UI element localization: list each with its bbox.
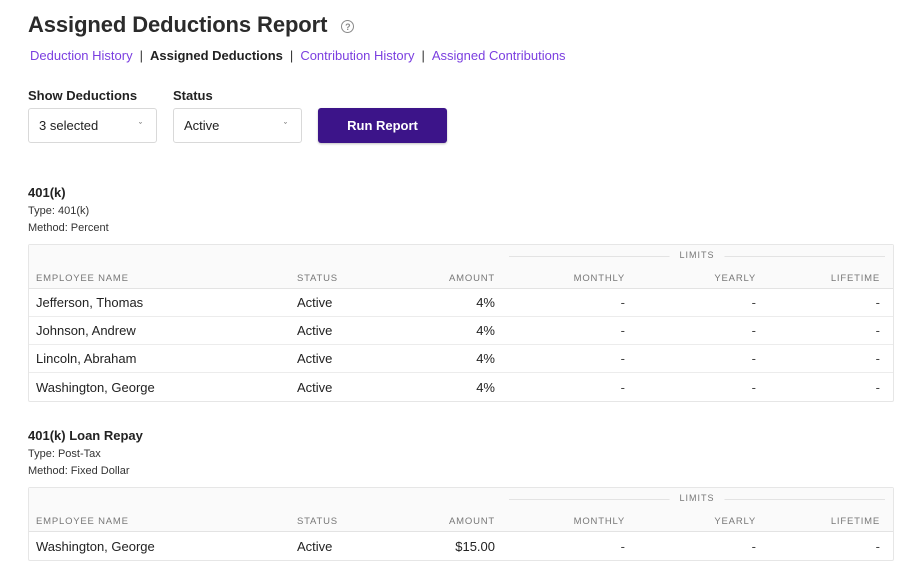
subnav-separator: | <box>289 48 294 63</box>
lifetime-limit: - <box>875 379 880 395</box>
employee-name: Washington, George <box>36 379 155 395</box>
monthly-limit: - <box>620 295 625 310</box>
subnav-contribution-history[interactable]: Contribution History <box>300 48 414 63</box>
table-row: Johnson, Andrew Active 4% - - - <box>29 317 893 345</box>
employee-status: Active <box>297 538 333 554</box>
employee-name: Johnson, Andrew <box>36 323 136 338</box>
page-title: Assigned Deductions Report <box>28 12 328 37</box>
table-row: Lincoln, Abraham Active 4% - - - <box>29 345 893 373</box>
section-type: Type: Post-Tax <box>28 448 101 460</box>
yearly-limit: - <box>751 538 756 554</box>
employee-status: Active <box>297 323 333 338</box>
page-header: Assigned Deductions Report ? <box>28 12 355 38</box>
col-status[interactable]: STATUS <box>297 273 407 284</box>
employee-status: Active <box>297 295 333 310</box>
subnav-separator: | <box>139 48 143 63</box>
section-method: Method: Fixed Dollar <box>28 465 130 477</box>
col-amount[interactable]: AMOUNT <box>407 516 495 527</box>
deductions-table: LIMITS EMPLOYEE NAME STATUS AMOUNT MONTH… <box>28 244 894 402</box>
col-lifetime[interactable]: LIFETIME <box>756 273 887 284</box>
section-method: Method: Percent <box>28 222 109 234</box>
show-deductions-filter: Show Deductions 3 selected ˇ <box>28 88 157 143</box>
employee-name: Lincoln, Abraham <box>36 351 137 366</box>
report-filters: Show Deductions 3 selected ˇ Status Acti… <box>28 88 447 143</box>
status-value: Active <box>184 118 220 133</box>
deduction-amount: 4% <box>476 295 495 310</box>
table-row: Washington, George Active $15.00 - - - <box>29 532 893 560</box>
table-header: EMPLOYEE NAME STATUS AMOUNT MONTHLY YEAR… <box>29 512 893 532</box>
employee-name: Washington, George <box>36 538 155 554</box>
col-employee-name[interactable]: EMPLOYEE NAME <box>29 516 297 527</box>
lifetime-limit: - <box>875 295 880 310</box>
subnav-assigned-deductions: Assigned Deductions <box>150 48 283 63</box>
monthly-limit: - <box>620 538 625 554</box>
yearly-limit: - <box>751 351 756 366</box>
col-yearly[interactable]: YEARLY <box>625 273 756 284</box>
subnav-deduction-history[interactable]: Deduction History <box>30 48 133 63</box>
chevron-down-icon: ˇ <box>284 120 287 131</box>
section-title: 401(k) Loan Repay <box>28 428 143 443</box>
subnav-assigned-contributions[interactable]: Assigned Contributions <box>432 48 566 63</box>
limits-header: LIMITS <box>29 245 893 269</box>
limits-header: LIMITS <box>29 488 893 512</box>
show-deductions-label: Show Deductions <box>28 88 138 103</box>
yearly-limit: - <box>751 295 756 310</box>
section-title: 401(k) <box>28 185 66 200</box>
yearly-limit: - <box>751 323 756 338</box>
chevron-down-icon: ˇ <box>139 120 142 131</box>
employee-status: Active <box>297 379 333 395</box>
table-row: Washington, George Active 4% - - - <box>29 373 893 401</box>
lifetime-limit: - <box>875 538 880 554</box>
deduction-section-401k-loan-repay: 401(k) Loan Repay Type: Post-Tax Method:… <box>28 428 894 561</box>
col-employee-name[interactable]: EMPLOYEE NAME <box>29 273 297 284</box>
col-monthly[interactable]: MONTHLY <box>495 273 625 284</box>
status-label: Status <box>173 88 213 103</box>
help-icon[interactable]: ? <box>341 20 355 33</box>
monthly-limit: - <box>620 379 625 395</box>
show-deductions-select[interactable]: 3 selected ˇ <box>28 108 157 143</box>
employee-status: Active <box>297 351 333 366</box>
employee-name: Jefferson, Thomas <box>36 295 144 310</box>
deduction-amount: $15.00 <box>455 538 495 554</box>
col-status[interactable]: STATUS <box>297 516 407 527</box>
monthly-limit: - <box>620 351 625 366</box>
status-filter: Status Active ˇ <box>173 88 302 143</box>
col-amount[interactable]: AMOUNT <box>407 273 495 284</box>
yearly-limit: - <box>751 379 756 395</box>
report-subnav: Deduction History | Assigned Deductions … <box>30 48 566 63</box>
lifetime-limit: - <box>875 323 880 338</box>
run-report-button[interactable]: Run Report <box>318 108 447 143</box>
subnav-separator: | <box>421 48 425 63</box>
col-lifetime[interactable]: LIFETIME <box>756 516 887 527</box>
deduction-section-401k: 401(k) Type: 401(k) Method: Percent LIMI… <box>28 185 894 402</box>
deduction-amount: 4% <box>476 351 495 366</box>
deductions-table: LIMITS EMPLOYEE NAME STATUS AMOUNT MONTH… <box>28 487 894 561</box>
table-header: EMPLOYEE NAME STATUS AMOUNT MONTHLY YEAR… <box>29 269 893 289</box>
deduction-amount: 4% <box>476 323 495 338</box>
limits-label: LIMITS <box>669 250 725 260</box>
status-select[interactable]: Active ˇ <box>173 108 302 143</box>
limits-label: LIMITS <box>669 493 725 503</box>
table-row: Jefferson, Thomas Active 4% - - - <box>29 289 893 317</box>
lifetime-limit: - <box>875 351 880 366</box>
col-yearly[interactable]: YEARLY <box>625 516 756 527</box>
col-monthly[interactable]: MONTHLY <box>495 516 625 527</box>
monthly-limit: - <box>620 323 625 338</box>
show-deductions-value: 3 selected <box>39 118 99 133</box>
section-type: Type: 401(k) <box>28 205 90 217</box>
deduction-amount: 4% <box>476 379 495 395</box>
